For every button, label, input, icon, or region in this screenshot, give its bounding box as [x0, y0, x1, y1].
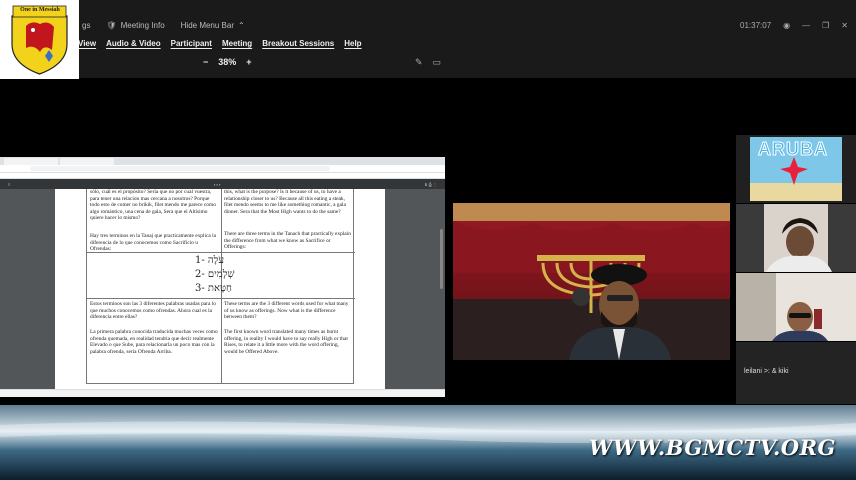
browser-tab-strip	[0, 157, 445, 165]
menu-item-breakout-sessions[interactable]: Breakout Sessions	[262, 39, 334, 48]
chevron-up-icon: ⌃	[238, 21, 245, 30]
url-field[interactable]	[30, 166, 330, 171]
minimize-icon[interactable]: —	[802, 21, 810, 30]
hide-menu-bar-label: Hide Menu Bar	[180, 21, 234, 30]
spanish-text-bottom-1: Estos terminos son las 3 diferentes pala…	[90, 301, 216, 321]
meeting-info-button[interactable]: 🛡 Meeting Info	[106, 21, 164, 30]
screen-icon[interactable]: ▭	[433, 57, 442, 68]
browser-download-bar	[0, 389, 445, 397]
speaker-video-frame	[453, 203, 730, 360]
menu-item-participant[interactable]: Participant	[171, 39, 212, 48]
channel-logo: One in Messiah	[0, 0, 79, 79]
hebrew-term-3: 3- חַטָּאת	[195, 283, 232, 294]
download-icon[interactable]: ⬇ ⎙ ⋮	[424, 182, 437, 187]
zoom-level: 38%	[218, 57, 237, 67]
meeting-info-bar: gs 🛡 Meeting Info Hide Menu Bar ⌃	[82, 21, 245, 30]
website-url-text: WWW.BGMCTV.ORG	[588, 435, 836, 460]
annotate-icon[interactable]: ✎	[415, 57, 423, 68]
menu-item-meeting[interactable]: Meeting	[222, 39, 252, 48]
pdf-scrollbar[interactable]	[440, 229, 443, 289]
logo-text: One in Messiah	[20, 7, 60, 13]
spanish-text-bottom-2: La primera palabra conocida traducida mu…	[90, 329, 218, 355]
participant-video-3	[736, 273, 856, 341]
browser-address-bar	[0, 165, 445, 173]
participant-thumbnail[interactable]	[736, 204, 856, 272]
pin-icon[interactable]: ◉	[783, 21, 790, 30]
window-controls: 01:37:07 ◉ — ❐ ✕	[740, 21, 848, 30]
english-text-terms: There are three terms in the Tanach that…	[224, 231, 351, 251]
browser-tab[interactable]	[60, 158, 114, 165]
hebrew-term-1: 1- עֹלָה	[195, 255, 225, 266]
settings-label-fragment[interactable]: gs	[82, 21, 90, 30]
pdf-toolbar: ≡ ▪ ▪ ▪ ⬇ ⎙ ⋮	[0, 179, 445, 189]
english-text-bottom-2: The first known word translated many tim…	[224, 329, 348, 355]
view-tools: ✎ ▭	[415, 57, 441, 68]
pdf-viewer[interactable]: sólo, cuál es el propósito? Sería que no…	[0, 189, 445, 389]
meeting-info-label: Meeting Info	[120, 21, 165, 30]
page-controls-icon[interactable]: ▪ ▪ ▪	[214, 182, 220, 187]
meeting-timer: 01:37:07	[740, 21, 772, 30]
menu-item-help[interactable]: Help	[344, 39, 361, 48]
shared-screen: ≡ ▪ ▪ ▪ ⬇ ⎙ ⋮ sólo, cuál es el propósito…	[0, 157, 445, 397]
participant-thumbnail[interactable]: ARUBA	[736, 135, 856, 203]
menu-bar: View Audio & Video Participant Meeting B…	[78, 39, 362, 48]
english-text-top: this, what is the purpose? Is it because…	[224, 189, 346, 215]
row-divider	[87, 298, 355, 299]
pdf-page: sólo, cuál es el propósito? Sería que no…	[55, 189, 385, 389]
zoom-in-button[interactable]: +	[246, 57, 251, 67]
hebrew-term-2: 2- שְׁלָמִים	[195, 269, 235, 280]
participant-name: leilani >: & kiki	[744, 368, 789, 375]
shield-icon: 🛡	[106, 21, 117, 30]
menu-icon[interactable]: ≡	[8, 182, 10, 187]
menu-item-view[interactable]: View	[78, 39, 96, 48]
close-icon[interactable]: ✕	[841, 21, 848, 30]
browser-tab[interactable]	[4, 158, 58, 165]
zoom-controls: − 38% +	[203, 57, 252, 67]
zoom-out-button[interactable]: −	[203, 57, 208, 67]
hide-menu-bar-button[interactable]: Hide Menu Bar ⌃	[181, 21, 245, 30]
aruba-sign-text: ARUBA	[758, 139, 828, 160]
english-text-bottom-1: These terms are the 3 different words us…	[224, 301, 349, 321]
spanish-text-terms: Hay tres terminos en la Tanaj que practi…	[90, 233, 216, 253]
participant-video-2	[736, 204, 856, 272]
participant-thumbnail[interactable]: leilani >: & kiki	[736, 342, 856, 404]
participant-thumbnail[interactable]	[736, 273, 856, 341]
menu-item-audio-video[interactable]: Audio & Video	[106, 39, 161, 48]
broadcast-banner: WWW.BGMCTV.ORG	[0, 405, 856, 480]
translation-table: sólo, cuál es el propósito? Sería que no…	[86, 189, 355, 384]
spanish-text-top: sólo, cuál es el propósito? Sería que no…	[90, 189, 216, 222]
restore-icon[interactable]: ❐	[822, 21, 829, 30]
speaker-video[interactable]	[453, 203, 730, 360]
